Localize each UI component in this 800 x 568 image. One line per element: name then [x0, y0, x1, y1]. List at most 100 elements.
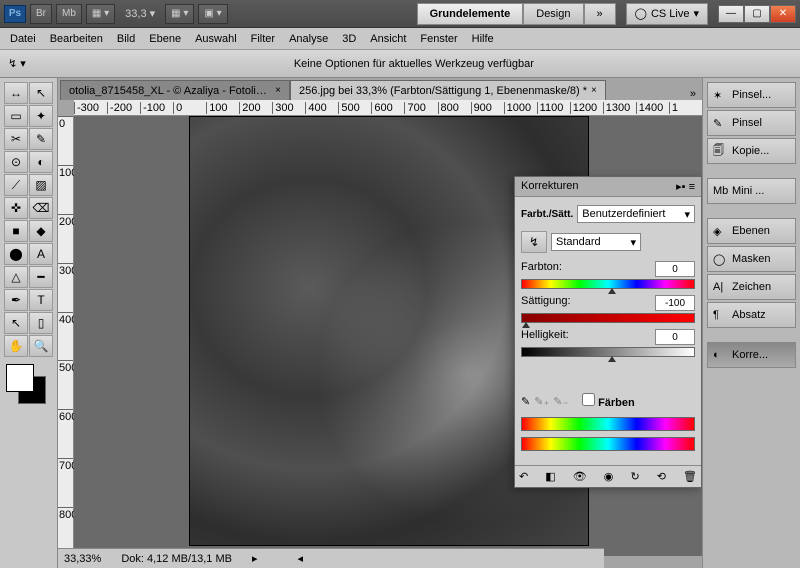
tool-21[interactable]: ▯: [29, 312, 53, 334]
toolbox: ↔↖▭✦✂✎⊙◐⟋▨✜⌫■◆⬤A△━✒T↖▯✋🔍: [0, 78, 58, 568]
tool-7[interactable]: ◐: [29, 151, 53, 173]
panel-icon: 🗐: [713, 142, 727, 161]
tool-0[interactable]: ↔: [4, 82, 28, 104]
status-docsize[interactable]: Dok: 4,12 MB/13,1 MB: [121, 553, 232, 565]
color-swatches[interactable]: [6, 364, 51, 406]
scrubby-tool[interactable]: ↯: [521, 231, 547, 253]
tool-10[interactable]: ✜: [4, 197, 28, 219]
canvas[interactable]: Korrekturen▸▪ ≡ Farbt./Sätt. Benutzerdef…: [74, 116, 702, 556]
trash-icon[interactable]: 🗑: [683, 470, 697, 483]
bridge-button[interactable]: Br: [30, 4, 52, 24]
reset-icon[interactable]: ↻: [630, 470, 639, 483]
tool-19[interactable]: T: [29, 289, 53, 311]
visibility-icon[interactable]: 👁: [573, 470, 587, 483]
preset-dropdown[interactable]: Benutzerdefiniert▾: [577, 205, 695, 223]
tool-17[interactable]: ━: [29, 266, 53, 288]
layout-dropdown[interactable]: ▦ ▾: [86, 4, 115, 24]
panel-zeichen[interactable]: A|Zeichen: [707, 274, 796, 300]
arrange-button[interactable]: ▦ ▾: [165, 4, 194, 24]
saturation-label: Sättigung:: [521, 295, 571, 311]
panel-masken[interactable]: ◯Masken: [707, 246, 796, 272]
document-tab-2[interactable]: 256.jpg bei 33,3% (Farbton/Sättigung 1, …: [290, 80, 606, 100]
panel-pinsel[interactable]: ✶Pinsel...: [707, 82, 796, 108]
tool-5[interactable]: ✎: [29, 128, 53, 150]
saturation-input[interactable]: [655, 295, 695, 311]
tool-3[interactable]: ✦: [29, 105, 53, 127]
close-icon[interactable]: ×: [275, 85, 281, 96]
ruler-horizontal[interactable]: -300-200-1000100200300400500600700800900…: [74, 100, 702, 116]
panel-kopie[interactable]: 🗐Kopie...: [707, 138, 796, 164]
undo-icon[interactable]: ⟲: [657, 470, 666, 483]
colorize-checkbox[interactable]: [582, 393, 595, 406]
lightness-label: Helligkeit:: [521, 329, 569, 345]
tool-4[interactable]: ✂: [4, 128, 28, 150]
menubar: Datei Bearbeiten Bild Ebene Auswahl Filter Ana…: [0, 28, 800, 50]
tool-preset-icon[interactable]: ↯ ▾: [8, 57, 26, 70]
menu-auswahl[interactable]: Auswahl: [195, 33, 237, 45]
eyedropper-sub-icon[interactable]: ✎₋: [553, 395, 568, 408]
menu-fenster[interactable]: Fenster: [420, 33, 457, 45]
options-message: Keine Optionen für aktuelles Werkzeug ve…: [294, 58, 534, 70]
tool-14[interactable]: ⬤: [4, 243, 28, 265]
panel-absatz[interactable]: ¶Absatz: [707, 302, 796, 328]
spectrum-bottom: [521, 437, 695, 451]
panel-korre[interactable]: ◐Korre...: [707, 342, 796, 368]
workspace-design[interactable]: Design: [523, 3, 583, 25]
document-tab-1[interactable]: otolia_8715458_XL - © Azaliya - Fotolia.…: [60, 80, 290, 100]
tool-15[interactable]: A: [29, 243, 53, 265]
panel-menu-icon[interactable]: ▸▪ ≡: [676, 180, 695, 193]
status-zoom[interactable]: 33,33%: [64, 553, 101, 565]
tool-12[interactable]: ■: [4, 220, 28, 242]
zoom-display[interactable]: 33,3 ▾: [119, 7, 161, 20]
statusbar: 33,33% Dok: 4,12 MB/13,1 MB▸ ◂: [58, 548, 604, 568]
panel-mini[interactable]: MbMini ...: [707, 178, 796, 204]
tool-18[interactable]: ✒: [4, 289, 28, 311]
range-dropdown[interactable]: Standard▾: [551, 233, 641, 251]
menu-bearbeiten[interactable]: Bearbeiten: [50, 33, 103, 45]
workspace-grundelemente[interactable]: Grundelemente: [417, 3, 524, 25]
close-icon[interactable]: ×: [591, 85, 597, 96]
tool-11[interactable]: ⌫: [29, 197, 53, 219]
menu-datei[interactable]: Datei: [10, 33, 36, 45]
minibridge-button[interactable]: Mb: [56, 4, 82, 24]
maximize-button[interactable]: ▢: [744, 5, 770, 23]
menu-ebene[interactable]: Ebene: [149, 33, 181, 45]
clip-icon[interactable]: ◧: [545, 470, 555, 483]
menu-3d[interactable]: 3D: [342, 33, 356, 45]
lightness-slider[interactable]: [521, 347, 695, 357]
menu-analyse[interactable]: Analyse: [289, 33, 328, 45]
lightness-input[interactable]: [655, 329, 695, 345]
tool-23[interactable]: 🔍: [29, 335, 53, 357]
panel-pinsel[interactable]: ✎Pinsel: [707, 110, 796, 136]
eyedropper-icon[interactable]: ✎: [521, 395, 530, 408]
close-button[interactable]: ✕: [770, 5, 796, 23]
menu-hilfe[interactable]: Hilfe: [472, 33, 494, 45]
tool-1[interactable]: ↖: [29, 82, 53, 104]
workspace-more[interactable]: »: [584, 3, 616, 25]
tool-13[interactable]: ◆: [29, 220, 53, 242]
tool-22[interactable]: ✋: [4, 335, 28, 357]
tool-6[interactable]: ⊙: [4, 151, 28, 173]
view-prev-icon[interactable]: ◉: [604, 470, 614, 483]
menu-bild[interactable]: Bild: [117, 33, 135, 45]
menu-ansicht[interactable]: Ansicht: [370, 33, 406, 45]
panel-tab[interactable]: Korrekturen▸▪ ≡: [515, 177, 701, 197]
hue-input[interactable]: [655, 261, 695, 277]
screen-mode-button[interactable]: ▣ ▾: [198, 4, 227, 24]
back-icon[interactable]: ↶: [519, 470, 528, 483]
saturation-slider[interactable]: [521, 313, 695, 323]
minimize-button[interactable]: —: [718, 5, 744, 23]
eyedropper-add-icon[interactable]: ✎₊: [534, 395, 549, 408]
tool-8[interactable]: ⟋: [4, 174, 28, 196]
tool-2[interactable]: ▭: [4, 105, 28, 127]
tool-16[interactable]: △: [4, 266, 28, 288]
hue-slider[interactable]: [521, 279, 695, 289]
tool-9[interactable]: ▨: [29, 174, 53, 196]
tool-20[interactable]: ↖: [4, 312, 28, 334]
cslive-button[interactable]: ◯CS Live▾: [626, 3, 708, 25]
ruler-vertical[interactable]: 0100200300400500600700800: [58, 116, 74, 556]
menu-filter[interactable]: Filter: [251, 33, 275, 45]
panel-ebenen[interactable]: ◈Ebenen: [707, 218, 796, 244]
document-area: otolia_8715458_XL - © Azaliya - Fotolia.…: [58, 78, 702, 568]
tabs-overflow[interactable]: »: [684, 88, 702, 100]
